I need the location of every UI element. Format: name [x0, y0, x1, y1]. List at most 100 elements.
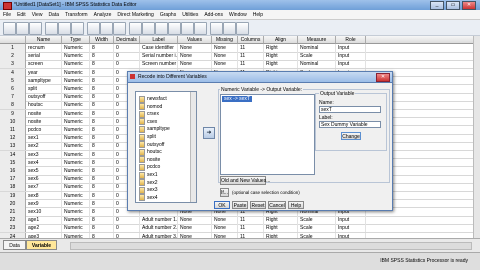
menu-view[interactable]: View: [32, 12, 43, 18]
cell-missing[interactable]: None: [212, 52, 238, 61]
menu-graphs[interactable]: Graphs: [160, 12, 176, 18]
cell-missing[interactable]: None: [212, 60, 238, 69]
cell-name[interactable]: sex2: [26, 142, 62, 151]
move-variable-arrow-button[interactable]: ➜: [203, 127, 215, 139]
cell-type[interactable]: Numeric: [62, 199, 90, 208]
cell-type[interactable]: Numeric: [62, 158, 90, 167]
source-variable-list[interactable]: newsfact nomod crsex csex sampltype split outs…: [135, 91, 197, 203]
use-sets-icon[interactable]: [223, 22, 236, 35]
recall-dialog-icon[interactable]: [45, 22, 58, 35]
col-header-missing[interactable]: Missing: [212, 36, 238, 44]
cell-width[interactable]: 8: [90, 142, 114, 151]
cell-type[interactable]: Numeric: [62, 117, 90, 126]
cell-width[interactable]: 8: [90, 158, 114, 167]
cell-values[interactable]: None: [178, 216, 212, 225]
cell-width[interactable]: 8: [90, 199, 114, 208]
cell-columns[interactable]: 11: [238, 52, 264, 61]
cell-type[interactable]: Numeric: [62, 224, 90, 233]
goto-case-icon[interactable]: [87, 22, 100, 35]
select-cases-icon[interactable]: [194, 22, 207, 35]
cell-type[interactable]: Numeric: [62, 134, 90, 143]
cell-align[interactable]: Right: [264, 44, 298, 52]
save-icon[interactable]: [16, 22, 29, 35]
cell-name[interactable]: sex9: [26, 199, 62, 208]
cell-decimals[interactable]: 0: [114, 216, 140, 225]
col-header-values[interactable]: Values: [178, 36, 212, 44]
cell-measure[interactable]: Nominal: [298, 44, 336, 52]
cell-name[interactable]: sex6: [26, 175, 62, 184]
cell-align[interactable]: Right: [264, 216, 298, 225]
weight-cases-icon[interactable]: [181, 22, 194, 35]
cell-type[interactable]: Numeric: [62, 85, 90, 93]
cell-width[interactable]: 8: [90, 150, 114, 159]
cell-type[interactable]: Numeric: [62, 183, 90, 192]
cell-values[interactable]: None: [178, 52, 212, 61]
menu-transform[interactable]: Transform: [65, 12, 88, 18]
help-button[interactable]: Help: [288, 201, 304, 209]
menu-file[interactable]: File: [3, 12, 11, 18]
cell-type[interactable]: Numeric: [62, 208, 90, 216]
cell-name[interactable]: age2: [26, 224, 62, 233]
cell-role[interactable]: Input: [336, 224, 366, 233]
cell-name[interactable]: houtsc: [26, 101, 62, 110]
col-header-role[interactable]: Role: [336, 36, 366, 44]
cell-type[interactable]: Numeric: [62, 60, 90, 69]
cell-width[interactable]: 8: [90, 76, 114, 85]
old-and-new-values-button[interactable]: Old and New Values...: [220, 176, 270, 185]
cell-width[interactable]: 8: [90, 216, 114, 225]
spelling-icon[interactable]: [236, 22, 249, 35]
cell-type[interactable]: Numeric: [62, 93, 90, 102]
split-file-icon[interactable]: [168, 22, 181, 35]
dialog-close-button[interactable]: ✕: [376, 73, 390, 82]
cell-width[interactable]: 8: [90, 175, 114, 184]
horizontal-scrollbar[interactable]: [70, 242, 472, 250]
cell-type[interactable]: Numeric: [62, 44, 90, 52]
cell-name[interactable]: sampltype: [26, 76, 62, 85]
cell-values[interactable]: None: [178, 44, 212, 52]
cell-width[interactable]: 8: [90, 93, 114, 102]
cell-name[interactable]: sex4: [26, 158, 62, 167]
cell-type[interactable]: Numeric: [62, 191, 90, 200]
cell-decimals[interactable]: 0: [114, 44, 140, 52]
cell-name[interactable]: age1: [26, 216, 62, 225]
cell-width[interactable]: 8: [90, 85, 114, 93]
open-icon[interactable]: [3, 22, 16, 35]
cell-label[interactable]: Screen number: [140, 60, 178, 69]
cell-name[interactable]: outsyoff: [26, 93, 62, 102]
cell-type[interactable]: Numeric: [62, 167, 90, 175]
cell-measure[interactable]: Scale: [298, 216, 336, 225]
cell-name[interactable]: sex7: [26, 183, 62, 192]
print-icon[interactable]: [29, 22, 42, 35]
cell-role[interactable]: Input: [336, 60, 366, 69]
cell-columns[interactable]: 11: [238, 60, 264, 69]
name-field[interactable]: sexT: [319, 106, 381, 113]
numeric-output-list[interactable]: sex -> sexT: [220, 94, 315, 175]
cell-type[interactable]: Numeric: [62, 175, 90, 184]
cell-type[interactable]: Numeric: [62, 126, 90, 134]
cell-label[interactable]: Adult number 2...: [140, 224, 178, 233]
cell-width[interactable]: 8: [90, 191, 114, 200]
ok-button[interactable]: OK: [214, 201, 230, 209]
col-header-width[interactable]: Width: [90, 36, 114, 44]
goto-variable-icon[interactable]: [100, 22, 113, 35]
paste-button[interactable]: Paste: [232, 201, 248, 209]
cell-width[interactable]: 8: [90, 44, 114, 52]
undo-icon[interactable]: [58, 22, 71, 35]
cell-measure[interactable]: Nominal: [298, 60, 336, 69]
cell-type[interactable]: Numeric: [62, 101, 90, 110]
cell-width[interactable]: 8: [90, 208, 114, 216]
col-header-align[interactable]: Align: [264, 36, 298, 44]
cell-role[interactable]: Input: [336, 44, 366, 52]
mapping-item[interactable]: sex -> sexT: [222, 96, 252, 102]
cell-align[interactable]: Right: [264, 224, 298, 233]
cell-values[interactable]: None: [178, 60, 212, 69]
maximize-button[interactable]: ▭: [446, 1, 460, 10]
cell-width[interactable]: 8: [90, 60, 114, 69]
cell-decimals[interactable]: 0: [114, 52, 140, 61]
minimize-button[interactable]: _: [430, 1, 444, 10]
variable-list-item[interactable]: sex4: [139, 194, 158, 202]
cell-name[interactable]: sex8: [26, 191, 62, 200]
tab-variable-view[interactable]: Variable View: [26, 240, 57, 259]
col-header-name[interactable]: Name: [26, 36, 62, 44]
cell-width[interactable]: 8: [90, 101, 114, 110]
